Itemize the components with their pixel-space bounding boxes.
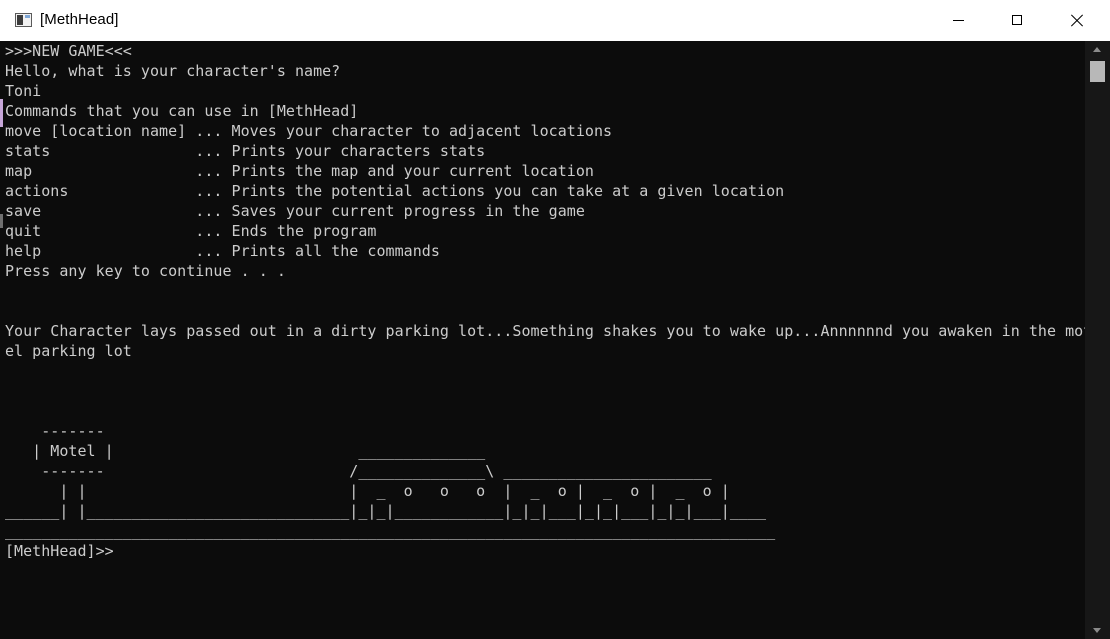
vertical-scrollbar[interactable] [1085, 41, 1110, 639]
console-line: actions ... Prints the potential actions… [5, 182, 785, 200]
console-line: map ... Prints the map and your current … [5, 162, 594, 180]
console-app-icon [15, 13, 32, 27]
scroll-down-arrow-icon [1093, 628, 1101, 633]
console-line: Your Character lays passed out in a dirt… [5, 322, 1085, 340]
left-edge-artifact [0, 99, 3, 127]
close-icon [1070, 14, 1084, 28]
maximize-icon [1012, 15, 1022, 25]
title-bar[interactable]: [MethHead] [0, 0, 1110, 41]
maximize-button[interactable] [988, 0, 1047, 41]
console-line: save ... Saves your current progress in … [5, 202, 585, 220]
close-button[interactable] [1047, 0, 1106, 41]
ascii-art-line: ______| |_____________________________|_… [5, 502, 767, 520]
ascii-art-line: ------- [5, 422, 105, 440]
ascii-art-line: | Motel | ______________ [5, 442, 486, 460]
console-line: Press any key to continue . . . [5, 262, 286, 280]
window-title: [MethHead] [40, 11, 119, 28]
left-edge-artifact [0, 214, 3, 228]
console-line: stats ... Prints your characters stats [5, 142, 486, 160]
console-text-area: >>>NEW GAME<<< Hello, what is your chara… [5, 41, 1085, 561]
console-line: quit ... Ends the program [5, 222, 377, 240]
console-output[interactable]: >>>NEW GAME<<< Hello, what is your chara… [0, 41, 1085, 639]
console-line: el parking lot [5, 342, 132, 360]
console-line: Toni [5, 82, 42, 100]
ascii-art-line: ------- /______________\ _______________… [5, 462, 712, 480]
console-line: Commands that you can use in [MethHead] [5, 102, 359, 120]
console-line: help ... Prints all the commands [5, 242, 440, 260]
minimize-icon [953, 20, 964, 21]
console-line: move [location name] ... Moves your char… [5, 122, 613, 140]
command-prompt[interactable]: [MethHead]>> [5, 541, 1085, 561]
ascii-art-line: | | | _ o o o | _ o | _ o | _ o | [5, 482, 730, 500]
console-line: >>>NEW GAME<<< [5, 42, 132, 60]
scroll-down-button[interactable] [1085, 621, 1110, 639]
console-line: Hello, what is your character's name? [5, 62, 341, 80]
scroll-up-button[interactable] [1085, 41, 1110, 59]
minimize-button[interactable] [929, 0, 988, 41]
ascii-art-line: ________________________________________… [5, 522, 776, 540]
scroll-up-arrow-icon [1093, 47, 1101, 52]
scrollbar-thumb[interactable] [1090, 61, 1105, 82]
